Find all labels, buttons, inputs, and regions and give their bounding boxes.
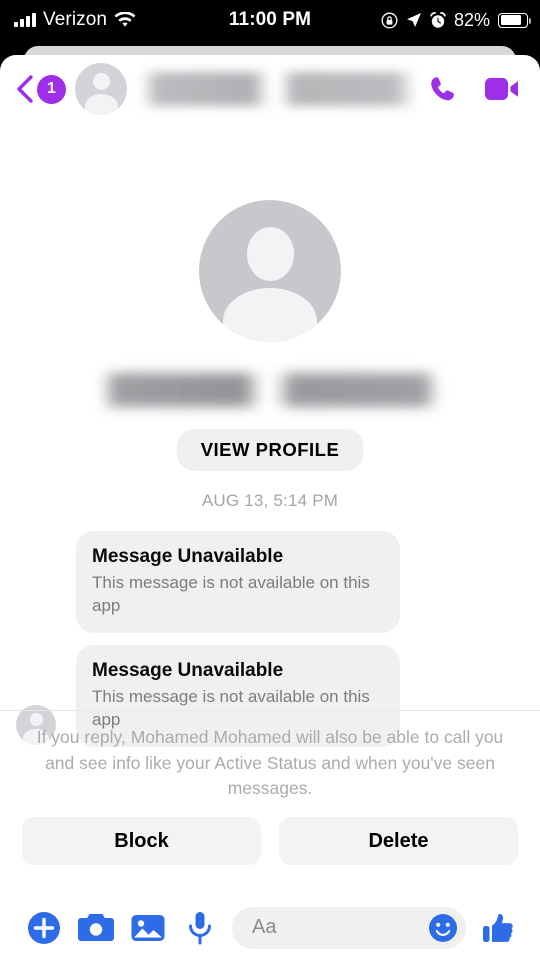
message-input-field[interactable]: Aa bbox=[232, 906, 466, 949]
add-attachment-button[interactable] bbox=[18, 910, 70, 946]
messenger-conversation-screen: Verizon 11:00 PM 82% 1 VIEW PROFILE AUG … bbox=[0, 0, 540, 960]
message-row: Message Unavailable This message is not … bbox=[0, 531, 540, 633]
alarm-clock-icon bbox=[430, 11, 446, 28]
footer-actions: Block Delete bbox=[0, 817, 540, 865]
delete-button[interactable]: Delete bbox=[279, 817, 518, 865]
view-profile-button[interactable]: VIEW PROFILE bbox=[176, 429, 364, 471]
message-subtitle: This message is not available on this ap… bbox=[92, 573, 370, 616]
header-actions bbox=[426, 73, 526, 105]
footer-divider bbox=[0, 710, 540, 711]
voice-message-button[interactable] bbox=[174, 911, 226, 945]
phone-call-button[interactable] bbox=[426, 73, 458, 105]
message-thread: VIEW PROFILE AUG 13, 5:14 PM Message Una… bbox=[0, 123, 540, 747]
status-bar-right: 82% bbox=[381, 9, 531, 31]
message-title: Message Unavailable bbox=[92, 660, 284, 681]
message-timestamp: AUG 13, 5:14 PM bbox=[201, 491, 339, 510]
message-bubble[interactable]: Message Unavailable This message is not … bbox=[76, 531, 400, 633]
rotation-lock-icon bbox=[381, 12, 398, 28]
message-input-placeholder: Aa bbox=[252, 916, 277, 938]
conversation-card: 1 VIEW PROFILE AUG 13, 5:14 PM Message U… bbox=[0, 55, 540, 960]
conversation-header: 1 bbox=[0, 55, 540, 123]
status-bar: Verizon 11:00 PM 82% bbox=[0, 0, 540, 40]
gallery-button[interactable] bbox=[122, 912, 174, 944]
like-button[interactable] bbox=[476, 911, 522, 945]
plus-circle-icon bbox=[28, 911, 60, 944]
unread-count-badge: 1 bbox=[37, 74, 66, 104]
header-contact-name[interactable] bbox=[141, 72, 416, 106]
video-call-button[interactable] bbox=[484, 75, 520, 103]
message-title: Message Unavailable bbox=[92, 546, 284, 567]
avatar-head-shape bbox=[246, 227, 294, 281]
video-camera-icon bbox=[485, 78, 518, 100]
back-chevron-icon bbox=[17, 75, 33, 103]
reply-privacy-notice: If you reply, Mohamed Mohamed will also … bbox=[36, 727, 504, 799]
camera-button[interactable] bbox=[70, 912, 122, 944]
microphone-icon bbox=[189, 911, 211, 944]
camera-icon bbox=[78, 913, 114, 941]
avatar-head-shape bbox=[92, 73, 110, 90]
thumbs-up-icon bbox=[483, 913, 513, 942]
location-arrow-icon bbox=[406, 13, 421, 27]
profile-avatar[interactable] bbox=[199, 200, 341, 342]
block-button[interactable]: Block bbox=[22, 817, 261, 865]
battery-percent-label: 82% bbox=[453, 9, 490, 30]
message-composer: Aa bbox=[0, 895, 540, 960]
avatar-body-shape bbox=[84, 94, 118, 115]
header-contact-avatar[interactable] bbox=[75, 63, 127, 115]
profile-name bbox=[100, 373, 440, 407]
back-button[interactable]: 1 bbox=[14, 74, 66, 104]
avatar-body-shape bbox=[223, 288, 317, 342]
photo-gallery-icon bbox=[131, 914, 165, 941]
phone-call-icon bbox=[431, 77, 454, 101]
battery-icon bbox=[498, 12, 531, 28]
smiley-face-icon[interactable] bbox=[428, 913, 458, 943]
